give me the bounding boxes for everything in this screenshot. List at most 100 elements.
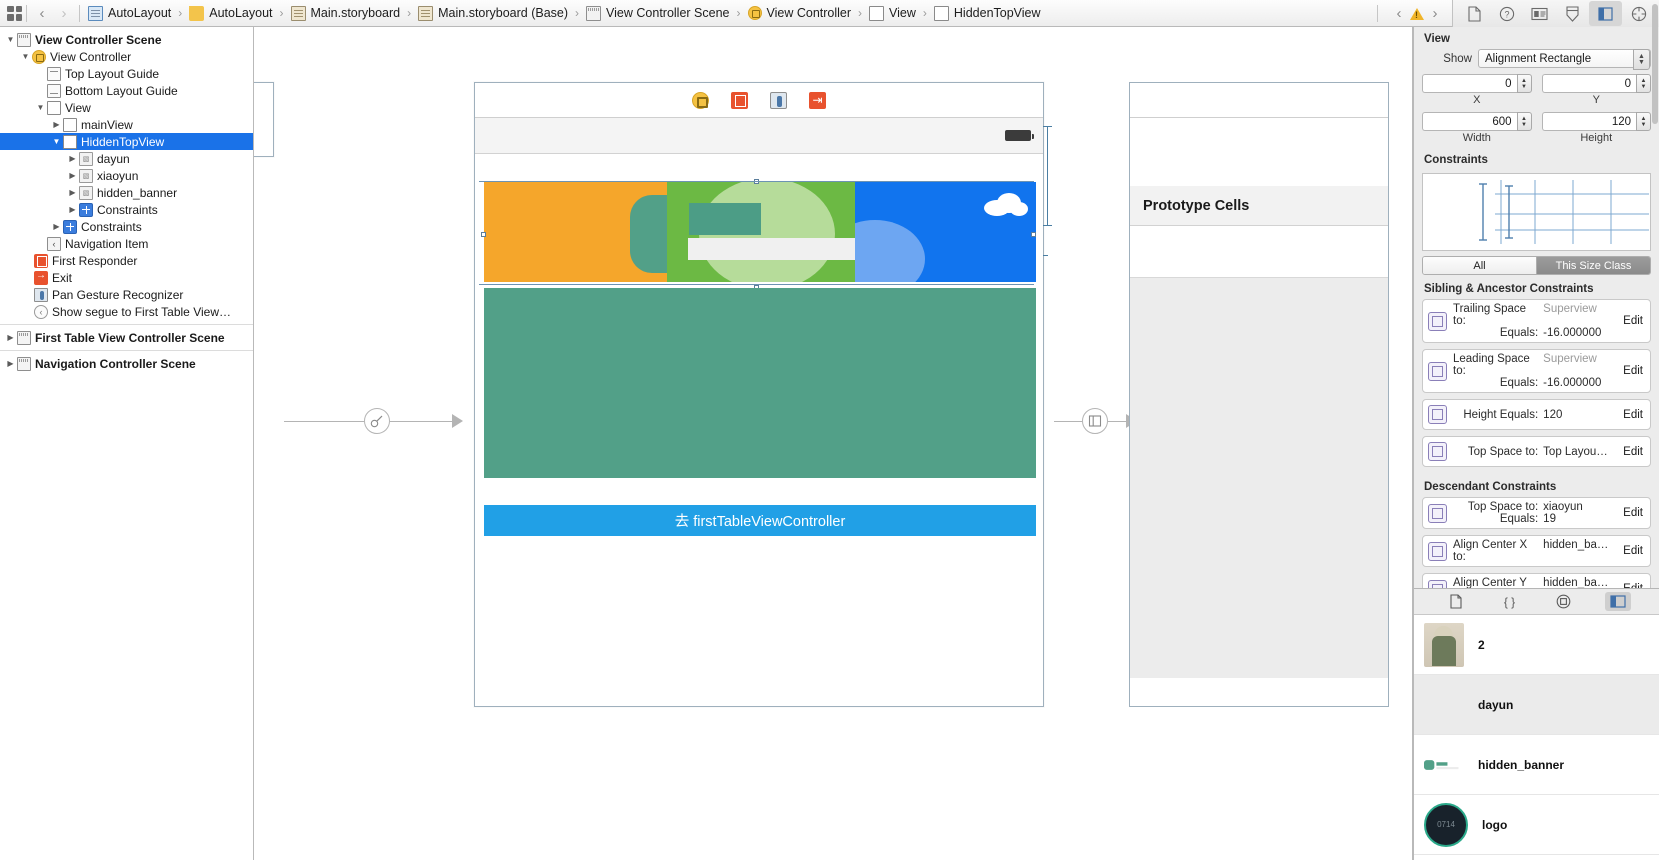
constraint-row-top-space-xiaoyun[interactable]: Top Space to: xiaoyun Equals: 19 Edit	[1422, 497, 1651, 529]
list-item[interactable]: 2	[1414, 615, 1659, 675]
outline-item-navigation-item[interactable]: ‹ Navigation Item	[0, 235, 253, 252]
disclosure-down-icon[interactable]: ▼	[19, 52, 32, 61]
outline-item-xiaoyun[interactable]: ▶ ▧ xiaoyun	[0, 167, 253, 184]
next-issue-button[interactable]: ›	[1424, 6, 1446, 21]
identity-inspector-tab[interactable]	[1523, 1, 1556, 26]
outline-item-exit[interactable]: Exit	[0, 269, 253, 286]
back-button[interactable]: ‹	[31, 6, 53, 21]
file-inspector-tab[interactable]	[1457, 1, 1490, 26]
breadcrumb-item-storyboard[interactable]: Main.storyboard ›	[290, 5, 419, 21]
list-item[interactable]: 0714 logo	[1414, 795, 1659, 855]
edit-button[interactable]: Edit	[1623, 315, 1646, 327]
document-outline[interactable]: ▼ View Controller Scene ▼ View Controlle…	[0, 27, 254, 860]
x-stepper[interactable]: ▲ ▼	[1516, 74, 1532, 93]
outline-item-pan-gesture[interactable]: Pan Gesture Recognizer	[0, 286, 253, 303]
edit-button[interactable]: Edit	[1623, 409, 1646, 421]
constraint-row-height-equals[interactable]: Height Equals: 120 Edit	[1422, 399, 1651, 430]
main-view[interactable]	[484, 288, 1036, 478]
warning-triangle-icon[interactable]	[1410, 7, 1424, 20]
hidden-top-view[interactable]	[484, 182, 1036, 282]
list-item[interactable]: hidden_banner	[1414, 735, 1659, 795]
selection-handle-left[interactable]	[481, 232, 486, 237]
outline-item-show-segue[interactable]: ‹ Show segue to First Table View…	[0, 303, 253, 320]
forward-button[interactable]: ›	[53, 6, 75, 21]
grid-view-icon[interactable]	[7, 5, 22, 21]
breadcrumb-item-view[interactable]: View ›	[869, 5, 934, 21]
y-stepper[interactable]: ▲ ▼	[1636, 74, 1651, 93]
first-table-view-controller-scene-canvas[interactable]: Prototype Cells	[1129, 82, 1389, 707]
outline-item-view-controller-scene[interactable]: ▼ View Controller Scene	[0, 31, 253, 48]
x-input[interactable]: 0	[1422, 74, 1517, 93]
attributes-inspector-tab[interactable]	[1556, 1, 1589, 26]
hidden-banner-image-view[interactable]	[855, 182, 1036, 282]
breadcrumb-item-hiddentopview[interactable]: HiddenTopView	[933, 5, 1041, 21]
segue-icon[interactable]	[364, 408, 390, 434]
edit-button[interactable]: Edit	[1623, 507, 1646, 519]
width-stepper[interactable]: ▲ ▼	[1516, 112, 1532, 131]
chevron-updown-icon[interactable]: ▲ ▼	[1633, 49, 1650, 70]
disclosure-right-icon[interactable]: ▶	[66, 154, 79, 163]
outline-item-top-layout-guide[interactable]: Top Layout Guide	[0, 65, 253, 82]
constraint-row-top-space[interactable]: Top Space to: Top Layou… Edit	[1422, 436, 1651, 467]
breadcrumb-item-folder[interactable]: AutoLayout ›	[189, 5, 290, 21]
height-stepper[interactable]: ▲ ▼	[1636, 112, 1651, 131]
list-item[interactable]: dayun	[1414, 675, 1659, 735]
edit-button[interactable]: Edit	[1623, 545, 1646, 557]
disclosure-right-icon[interactable]: ▶	[66, 188, 79, 197]
edit-button[interactable]: Edit	[1623, 365, 1646, 377]
outline-item-constraints-inner[interactable]: ▶ Constraints	[0, 201, 253, 218]
constraints-diagram[interactable]	[1422, 173, 1651, 251]
disclosure-down-icon[interactable]: ▼	[34, 103, 47, 112]
edit-button[interactable]: Edit	[1623, 446, 1646, 458]
media-library-tab[interactable]	[1604, 592, 1631, 611]
outline-item-mainview[interactable]: ▶ mainView	[0, 116, 253, 133]
disclosure-right-icon[interactable]: ▶	[66, 171, 79, 180]
code-snippet-library-tab[interactable]: { }	[1497, 592, 1523, 611]
disclosure-down-icon[interactable]: ▼	[4, 35, 17, 44]
height-input[interactable]: 120	[1541, 112, 1636, 131]
disclosure-right-icon[interactable]: ▶	[4, 359, 17, 368]
outline-item-view-controller[interactable]: ▼ View Controller	[0, 48, 253, 65]
scope-all-segment[interactable]: All	[1423, 257, 1536, 274]
storyboard-canvas[interactable]: ⇥ 去 firstTableViewController Prototype C…	[254, 27, 1413, 860]
outline-item-first-responder[interactable]: First Responder	[0, 252, 253, 269]
exit-icon[interactable]: ⇥	[809, 91, 826, 109]
dayun-image-view[interactable]	[484, 182, 667, 282]
outline-item-navigation-controller-scene[interactable]: ▶ Navigation Controller Scene	[0, 355, 253, 372]
outline-item-constraints-outer[interactable]: ▶ Constraints	[0, 218, 253, 235]
selection-handle-right[interactable]	[1031, 232, 1036, 237]
disclosure-right-icon[interactable]: ▶	[4, 333, 17, 342]
size-inspector-panel[interactable]: View Show Alignment Rectangle ▲▼ 0 ▲▼	[1413, 4, 1659, 860]
disclosure-right-icon[interactable]: ▶	[66, 205, 79, 214]
size-inspector-tab[interactable]	[1589, 1, 1622, 26]
constraint-scope-segmented-control[interactable]: All This Size Class	[1422, 256, 1651, 275]
constraint-row-leading-space[interactable]: Leading Space to: Superview Equals: -16.00…	[1422, 349, 1651, 393]
segue-connector-right[interactable]	[1054, 408, 1137, 434]
connections-inspector-tab[interactable]	[1622, 1, 1655, 26]
quick-help-inspector-tab[interactable]: ?	[1490, 1, 1523, 26]
library-panel[interactable]: { } 2 dayun hidden_banner 0714 logo	[1414, 588, 1659, 860]
outline-item-dayun[interactable]: ▶ ▧ dayun	[0, 150, 253, 167]
breadcrumb-item-project[interactable]: AutoLayout ›	[88, 5, 189, 21]
constraint-row-trailing-space[interactable]: Trailing Space to: Superview Equals: -16.0…	[1422, 299, 1651, 343]
disclosure-right-icon[interactable]: ▶	[50, 222, 63, 231]
disclosure-right-icon[interactable]: ▶	[50, 120, 63, 129]
breadcrumb-item-scene[interactable]: View Controller Scene ›	[586, 5, 747, 21]
xiaoyun-image-view[interactable]	[667, 182, 855, 282]
outline-item-view[interactable]: ▼ View	[0, 99, 253, 116]
outline-item-bottom-layout-guide[interactable]: Bottom Layout Guide	[0, 82, 253, 99]
prototype-cell[interactable]	[1130, 226, 1388, 278]
breadcrumb-item-storyboard-base[interactable]: Main.storyboard (Base) ›	[418, 5, 586, 21]
view-controller-icon[interactable]	[692, 91, 709, 109]
go-to-first-table-view-controller-button[interactable]: 去 firstTableViewController	[484, 505, 1036, 536]
width-input[interactable]: 600	[1422, 112, 1517, 131]
media-list[interactable]: 2 dayun hidden_banner 0714 logo	[1414, 615, 1659, 860]
outline-item-hiddentopview[interactable]: ▼ HiddenTopView	[0, 133, 253, 150]
constraint-row-align-center-x[interactable]: Align Center X to: hidden_ba… Edit	[1422, 535, 1651, 567]
segue-connector-left[interactable]	[284, 408, 463, 434]
outline-item-first-table-view-controller-scene[interactable]: ▶ First Table View Controller Scene	[0, 329, 253, 346]
inspector-scroll-area[interactable]: View Show Alignment Rectangle ▲▼ 0 ▲▼	[1414, 27, 1659, 588]
constraint-row-align-center-y[interactable]: Align Center Y to:hidden_ba… Edit	[1422, 573, 1651, 588]
object-library-tab[interactable]	[1551, 592, 1577, 611]
breadcrumb-item-view-controller[interactable]: View Controller ›	[747, 6, 870, 20]
